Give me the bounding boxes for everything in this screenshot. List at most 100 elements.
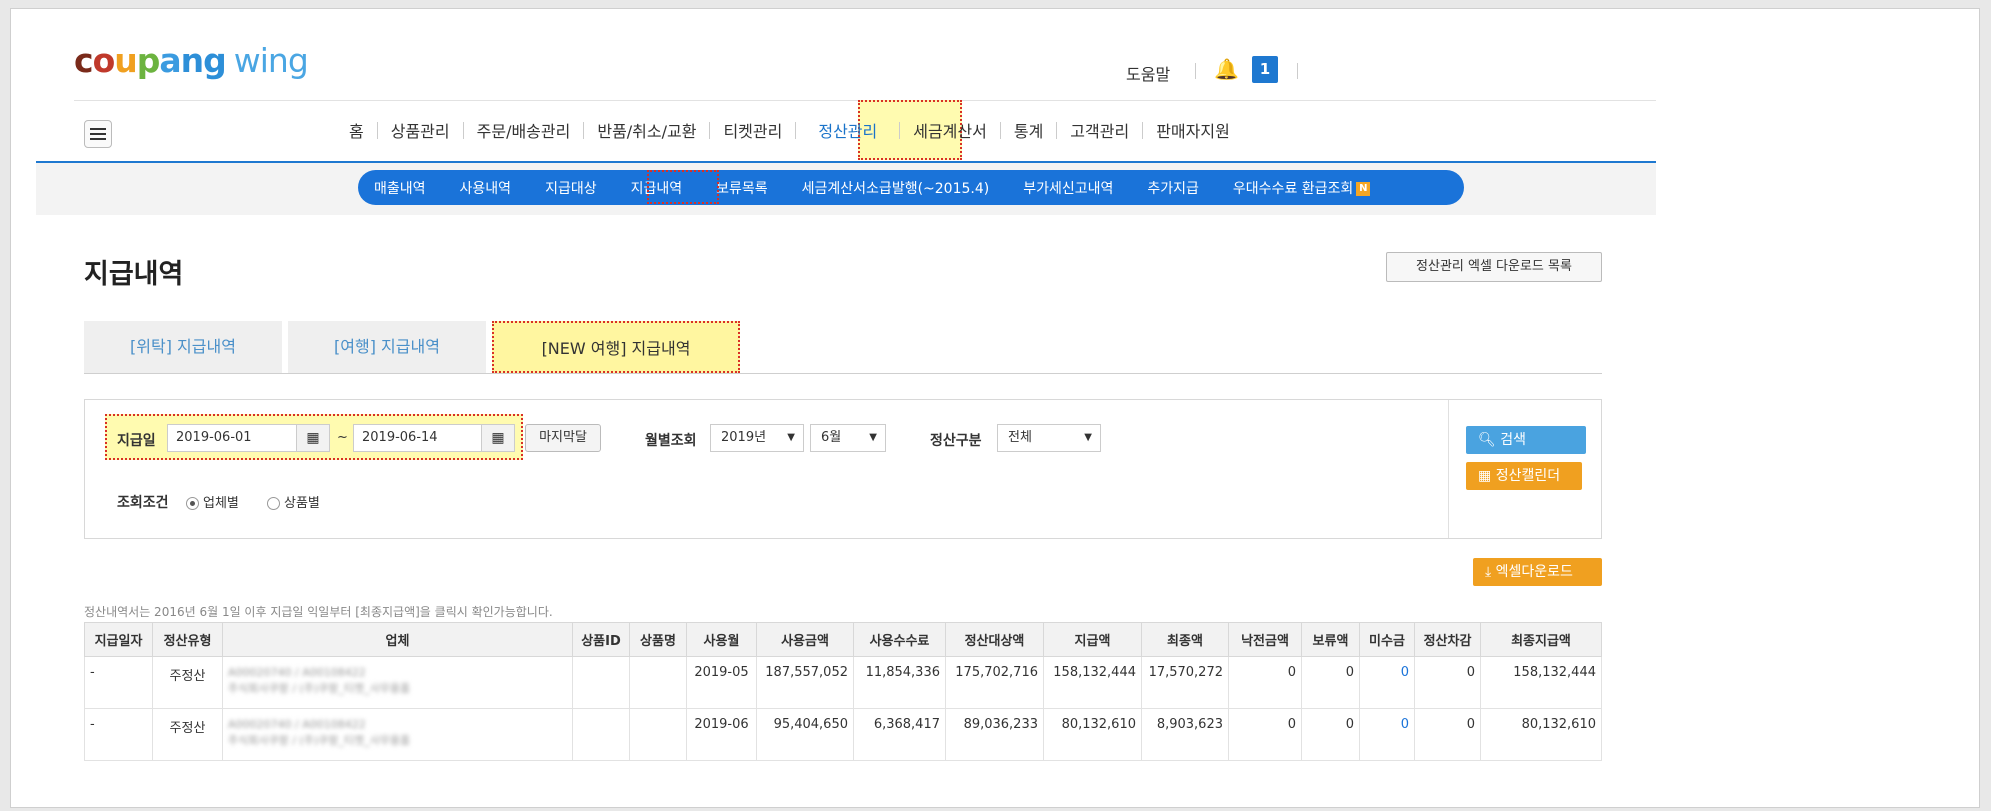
notice-text: 정산내역서는 2016년 6월 1일 이후 지급일 익일부터 [최종지급액]을 … xyxy=(84,605,553,619)
nav-item-settlement[interactable]: 정산관리 xyxy=(796,118,899,142)
cell-unpaid-link[interactable]: 0 xyxy=(1359,708,1415,761)
chevron-down-icon: ▼ xyxy=(1084,432,1092,443)
tab-underline xyxy=(84,373,1602,374)
nav-item-products[interactable]: 상품관리 xyxy=(378,118,463,142)
coupang-wing-logo[interactable]: coupang wing xyxy=(74,41,309,80)
cell-final-paid[interactable]: 80,132,610 xyxy=(1480,708,1602,761)
cell-target: 89,036,233 xyxy=(945,708,1044,761)
notification-badge[interactable]: 1 xyxy=(1252,56,1278,83)
date-tilde: ~ xyxy=(337,430,348,445)
subnav-item-fee-refund[interactable]: 우대수수료 환급조회 N xyxy=(1233,178,1371,198)
cell-vendor: A00020740 / A00108422 주식회사쿠팡 / (주)쿠팡_티켓_사… xyxy=(222,708,573,761)
radio-checked-icon xyxy=(186,497,199,510)
cell-product-id xyxy=(572,708,630,761)
col-header: 낙전금액 xyxy=(1228,622,1302,657)
cell-amount: 187,557,052 xyxy=(756,656,854,709)
chevron-down-icon: ▼ xyxy=(869,432,877,443)
cell-final-paid[interactable]: 158,132,444 xyxy=(1480,656,1602,709)
cell-final: 8,903,623 xyxy=(1141,708,1229,761)
settle-type-label: 정산구분 xyxy=(930,433,982,449)
tab-consignment[interactable]: [위탁] 지급내역 xyxy=(84,321,282,373)
logo-wing-text: wing xyxy=(233,41,309,80)
nav-item-seller-support[interactable]: 판매자지원 xyxy=(1143,118,1243,142)
subnav-item-sales[interactable]: 매출내역 xyxy=(374,178,426,198)
date-from-input[interactable]: 2019-06-01 xyxy=(167,424,297,452)
logo-coupang-text: coupang xyxy=(74,41,227,80)
main-nav: 홈 상품관리 주문/배송관리 반품/취소/교환 티켓관리 정산관리 세금계산서 … xyxy=(336,116,1243,144)
subnav-item-retro-tax[interactable]: 세금계산서소급발행(~2015.4) xyxy=(802,178,990,198)
subnav-item-hold-list[interactable]: 보류목록 xyxy=(716,178,768,198)
cell-date: - xyxy=(84,656,153,709)
settle-type-select[interactable]: 전체 ▼ xyxy=(997,424,1101,452)
nav-item-returns[interactable]: 반품/취소/교환 xyxy=(584,118,709,142)
nav-item-tax-invoice[interactable]: 세금계산서 xyxy=(900,118,1000,142)
cell-paid: 158,132,444 xyxy=(1043,656,1142,709)
settlement-calendar-button[interactable]: ▦ 정산캘린더 xyxy=(1466,462,1582,490)
cell-date: - xyxy=(84,708,153,761)
col-header: 지급액 xyxy=(1043,622,1142,657)
nav-item-customers[interactable]: 고객관리 xyxy=(1057,118,1142,142)
cell-amount: 95,404,650 xyxy=(756,708,854,761)
monthly-label: 월별조회 xyxy=(645,433,697,449)
tab-travel[interactable]: [여행] 지급내역 xyxy=(288,321,486,373)
cell-unpaid-link[interactable]: 0 xyxy=(1359,656,1415,709)
cell-type: 주정산 xyxy=(152,708,223,761)
cell-product-id xyxy=(572,656,630,709)
cell-month: 2019-06 xyxy=(686,708,757,761)
tab-new-travel[interactable]: [NEW 여행] 지급내역 xyxy=(492,321,740,373)
hamburger-menu-icon[interactable] xyxy=(84,120,112,148)
subnav-item-payment-target[interactable]: 지급대상 xyxy=(545,178,597,198)
col-header: 업체 xyxy=(222,622,573,657)
col-header: 정산대상액 xyxy=(945,622,1044,657)
cell-lapsed: 0 xyxy=(1228,708,1302,761)
header-divider xyxy=(1195,63,1196,79)
col-header: 사용금액 xyxy=(756,622,854,657)
radio-vendor[interactable]: 업체별 xyxy=(186,492,239,511)
calendar-icon[interactable]: ▦ xyxy=(481,424,515,452)
cell-lapsed: 0 xyxy=(1228,656,1302,709)
download-icon: ⤓ xyxy=(1485,564,1492,580)
date-to-input[interactable]: 2019-06-14 xyxy=(353,424,483,452)
cell-target: 175,702,716 xyxy=(945,656,1044,709)
subnav-item-extra-payment[interactable]: 추가지급 xyxy=(1147,178,1199,198)
subnav: 매출내역 사용내역 지급대상 지급내역 보류목록 세금계산서소급발행(~2015… xyxy=(374,170,1371,205)
date-label: 지급일 xyxy=(117,433,156,449)
cell-deduct: 0 xyxy=(1414,656,1481,709)
search-icon: 🔍︎ xyxy=(1478,432,1496,448)
cell-hold: 0 xyxy=(1301,708,1360,761)
nav-item-tickets[interactable]: 티켓관리 xyxy=(710,118,795,142)
nav-item-statistics[interactable]: 통계 xyxy=(1001,118,1056,142)
cell-paid: 80,132,610 xyxy=(1043,708,1142,761)
subnav-item-vat-report[interactable]: 부가세신고내역 xyxy=(1023,178,1113,198)
col-header: 보류액 xyxy=(1301,622,1360,657)
month-select[interactable]: 6월 ▼ xyxy=(810,424,886,452)
bell-icon[interactable]: 🔔 xyxy=(1214,57,1239,81)
header-divider xyxy=(1297,63,1298,79)
nav-item-orders[interactable]: 주문/배송관리 xyxy=(464,118,584,142)
table-row: - 주정산 A00020740 / A00108422 주식회사쿠팡 / (주)쿠… xyxy=(84,656,1602,709)
excel-download-button[interactable]: ⤓ 엑셀다운로드 xyxy=(1473,558,1602,586)
radio-product[interactable]: 상품별 xyxy=(267,492,320,511)
cell-fee: 6,368,417 xyxy=(853,708,946,761)
search-panel-divider xyxy=(1448,400,1449,538)
subnav-item-usage[interactable]: 사용내역 xyxy=(460,178,512,198)
col-header: 정산유형 xyxy=(152,622,223,657)
col-header: 최종액 xyxy=(1141,622,1229,657)
col-header: 미수금 xyxy=(1359,622,1415,657)
chevron-down-icon: ▼ xyxy=(787,432,795,443)
col-header: 최종지급액 xyxy=(1480,622,1602,657)
year-select[interactable]: 2019년 ▼ xyxy=(710,424,804,452)
table-header-row: 지급일자 정산유형 업체 상품ID 상품명 사용월 사용금액 사용수수료 정산대… xyxy=(84,622,1602,657)
cell-fee: 11,854,336 xyxy=(853,656,946,709)
col-header: 상품명 xyxy=(629,622,687,657)
condition-label: 조회조건 xyxy=(117,495,169,511)
last-month-button[interactable]: 마지막달 xyxy=(525,424,601,452)
help-link[interactable]: 도움말 xyxy=(1126,61,1170,85)
cell-product-name xyxy=(629,656,687,709)
nav-item-home[interactable]: 홈 xyxy=(336,118,377,142)
excel-download-list-button[interactable]: 정산관리 엑셀 다운로드 목록 xyxy=(1386,252,1602,282)
search-button[interactable]: 🔍︎ 검색 xyxy=(1466,426,1586,454)
calendar-icon[interactable]: ▦ xyxy=(296,424,330,452)
col-header: 사용월 xyxy=(686,622,757,657)
cell-type: 주정산 xyxy=(152,656,223,709)
